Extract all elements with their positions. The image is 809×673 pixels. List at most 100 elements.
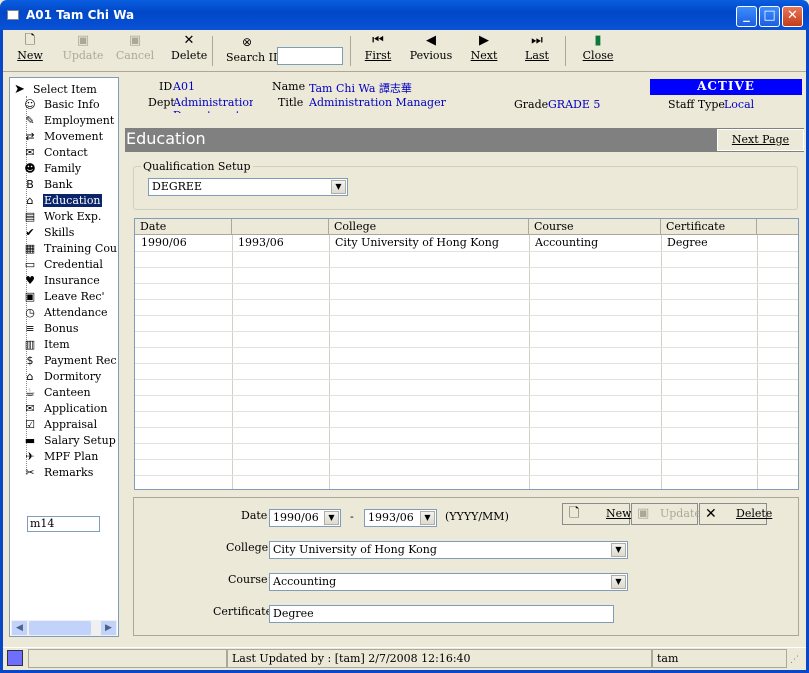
- close-button[interactable]: ▮ Close: [580, 33, 616, 69]
- contact-icon: ✉: [25, 146, 35, 159]
- grid-row-line: [135, 363, 798, 364]
- grid-row-line: [135, 395, 798, 396]
- education-grid[interactable]: Date College Course Certificate 1990/06 …: [134, 218, 799, 490]
- scroll-left-icon[interactable]: ◀: [12, 621, 27, 635]
- chevron-down-icon[interactable]: ▼: [611, 575, 626, 589]
- window-title: A01 Tam Chi Wa: [26, 8, 135, 22]
- status-indicator-icon: [7, 650, 23, 666]
- sidebar-item-appraisal[interactable]: ☑ Appraisal: [20, 418, 117, 433]
- sidebar-item-payment-rec[interactable]: $ Payment Rec': [20, 354, 118, 369]
- certificate-input[interactable]: Degree: [269, 605, 614, 623]
- work-exp-icon: ▤: [24, 210, 36, 223]
- minimize-button[interactable]: _: [736, 6, 757, 27]
- staff-type-label: Staff Type: [668, 98, 725, 111]
- date-from-select[interactable]: 1990/06 ▼: [269, 509, 341, 527]
- grid-row-line: [135, 411, 798, 412]
- status-pane-empty: [28, 649, 227, 668]
- next-button[interactable]: ▶ Next: [468, 33, 500, 69]
- sidebar-item-label: Attendance: [44, 306, 108, 319]
- scroll-thumb[interactable]: [29, 621, 91, 635]
- title-value: Administration Manager: [309, 96, 446, 109]
- toolbar-separator: [212, 36, 213, 66]
- new-doc-icon: 🗋: [569, 506, 580, 521]
- sidebar-item-label: Credential: [44, 258, 103, 271]
- attendance-icon: ◷: [25, 306, 35, 319]
- sidebar-item-movement[interactable]: ⇄ Movement: [20, 130, 117, 145]
- delete-x-icon: ✕: [183, 33, 195, 48]
- sidebar-item-application[interactable]: ✉ Application: [20, 402, 117, 417]
- chevron-down-icon[interactable]: ▼: [331, 180, 346, 194]
- staff-type-value: Local: [724, 98, 755, 111]
- sidebar-item-label: Family: [44, 162, 82, 175]
- sidebar-item-canteen[interactable]: ☕ Canteen: [20, 386, 117, 401]
- dormitory-icon: ⌂: [26, 370, 34, 383]
- sidebar-item-bonus[interactable]: ≡ Bonus: [20, 322, 117, 337]
- title-bar[interactable]: A01 Tam Chi Wa _ □ ✕: [0, 0, 809, 30]
- scroll-right-icon[interactable]: ▶: [101, 621, 116, 635]
- sidebar-item-training-cou[interactable]: ▦ Training Cou: [20, 242, 117, 257]
- column-header-course[interactable]: Course: [529, 219, 661, 235]
- resize-grip-icon[interactable]: ⋰: [790, 655, 799, 665]
- canteen-icon: ☕: [25, 386, 35, 399]
- update-button[interactable]: ▣ Update: [62, 33, 104, 69]
- column-header-certificate[interactable]: Certificate: [661, 219, 757, 235]
- column-header-college[interactable]: College: [329, 219, 529, 235]
- cancel-button[interactable]: ▣ Cancel: [115, 33, 155, 69]
- sidebar-item-dormitory[interactable]: ⌂ Dormitory: [20, 370, 117, 385]
- appraisal-icon: ☑: [25, 418, 35, 431]
- save-icon: ▣: [637, 506, 650, 521]
- insurance-icon: ♥: [25, 274, 35, 287]
- sidebar-item-bank[interactable]: B Bank: [20, 178, 117, 193]
- delete-button[interactable]: ✕ Delete: [171, 33, 207, 69]
- search-id-input[interactable]: [277, 47, 343, 65]
- college-select[interactable]: City University of Hong Kong ▼: [269, 541, 628, 559]
- sidebar-item-employment[interactable]: ✎ Employment: [20, 114, 117, 129]
- remarks-icon: ✂: [25, 466, 35, 479]
- table-row[interactable]: 1990/06 1993/06 City University of Hong …: [135, 235, 798, 251]
- maximize-button[interactable]: □: [759, 6, 780, 27]
- sidebar-item-leave-rec[interactable]: ▣ Leave Rec': [20, 290, 117, 305]
- form-delete-button[interactable]: ✕ Delete: [699, 503, 772, 525]
- grid-row-line: [135, 283, 798, 284]
- sidebar-item-insurance[interactable]: ♥ Insurance: [20, 274, 117, 289]
- chevron-down-icon[interactable]: ▼: [611, 543, 626, 557]
- name-label: Name: [272, 80, 306, 93]
- first-button[interactable]: ⏮ First: [362, 33, 394, 69]
- column-header-date[interactable]: Date: [135, 219, 232, 235]
- sidebar-item-label: Training Cou: [44, 242, 117, 255]
- sidebar-item-salary-setup[interactable]: ▬ Salary Setup: [20, 434, 117, 449]
- new-button[interactable]: 🗋 New: [15, 33, 45, 69]
- sidebar-item-basic-info[interactable]: ☺ Basic Info: [20, 98, 117, 113]
- chevron-down-icon[interactable]: ▼: [324, 511, 339, 525]
- column-header-date-to[interactable]: [232, 219, 329, 235]
- date-to-select[interactable]: 1993/06 ▼: [364, 509, 437, 527]
- sidebar-item-work-exp[interactable]: ▤ Work Exp.: [20, 210, 117, 225]
- sidebar-item-credential[interactable]: ▭ Credential: [20, 258, 117, 273]
- sidebar-item-family[interactable]: ☻ Family: [20, 162, 117, 177]
- section-title: Education: [126, 129, 206, 148]
- chevron-down-icon[interactable]: ▼: [420, 511, 435, 525]
- last-button[interactable]: ⏭ Last: [522, 33, 552, 69]
- sidebar-item-label: Remarks: [44, 466, 94, 479]
- sidebar-item-mpf-plan[interactable]: ✈ MPF Plan: [20, 450, 117, 465]
- section-header: [125, 128, 804, 152]
- sidebar-item-remarks[interactable]: ✂ Remarks: [20, 466, 117, 481]
- grid-row-line: [135, 251, 798, 252]
- form-new-button[interactable]: 🗋 New: [562, 503, 632, 525]
- qualification-select[interactable]: DEGREE ▼: [148, 178, 348, 196]
- sidebar-horizontal-scrollbar[interactable]: ◀ ▶: [11, 620, 117, 636]
- code-input[interactable]: m14: [27, 516, 100, 532]
- sidebar-item-attendance[interactable]: ◷ Attendance: [20, 306, 117, 321]
- next-page-button[interactable]: Next Page: [717, 129, 804, 151]
- title-label: Title: [278, 96, 304, 109]
- credential-icon: ▭: [24, 258, 36, 271]
- sidebar-item-skills[interactable]: ✔ Skills: [20, 226, 117, 241]
- tree-root-label: Select Item: [33, 83, 97, 96]
- close-window-button[interactable]: ✕: [782, 6, 803, 27]
- sidebar-item-education[interactable]: ⌂ Education: [20, 194, 117, 209]
- form-update-button[interactable]: ▣ Update: [631, 503, 701, 525]
- previous-button[interactable]: ◀ Pevious: [409, 33, 453, 69]
- sidebar-item-contact[interactable]: ✉ Contact: [20, 146, 117, 161]
- course-select[interactable]: Accounting ▼: [269, 573, 628, 591]
- sidebar-item-item[interactable]: ▥ Item: [20, 338, 117, 353]
